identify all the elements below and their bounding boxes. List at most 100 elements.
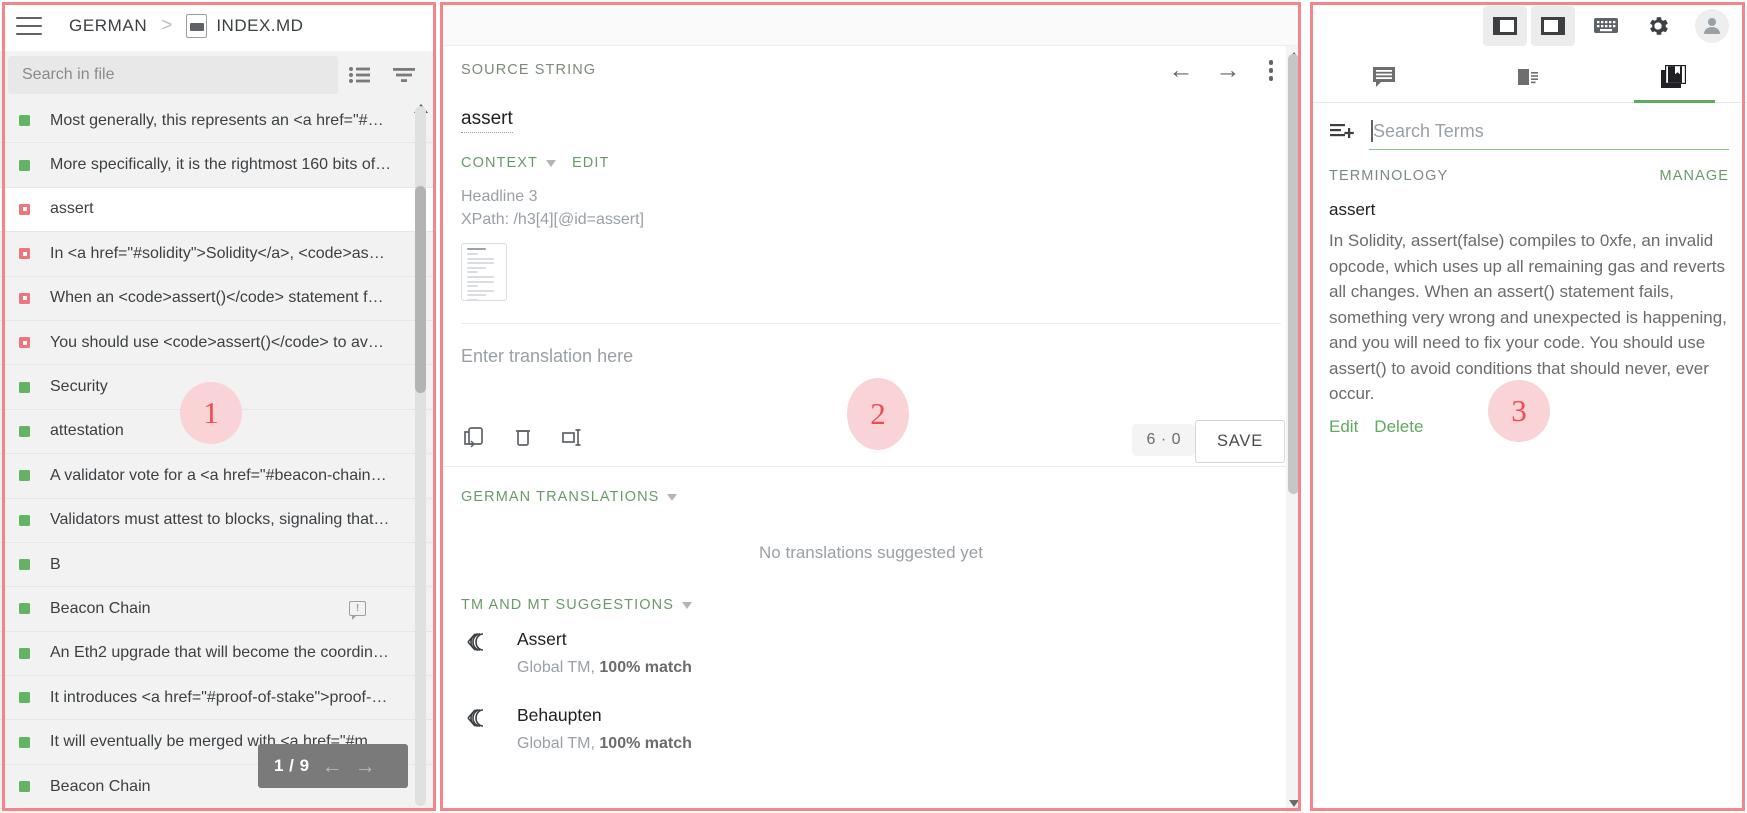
list-item-selected[interactable]: assert (0, 187, 434, 233)
status-ok-icon (19, 115, 30, 127)
filter-icon[interactable] (382, 55, 426, 95)
editor-scrollbar[interactable] (1286, 46, 1301, 813)
save-button[interactable]: SAVE (1195, 420, 1285, 464)
translations-section-label[interactable]: GERMAN TRANSLATIONS (461, 489, 659, 505)
delete-term-button[interactable]: Delete (1374, 417, 1423, 437)
kebab-menu-icon[interactable] (1263, 56, 1280, 85)
list-item-label: An Eth2 upgrade that will become the coo… (50, 644, 392, 662)
edit-context-button[interactable]: EDIT (572, 155, 609, 171)
status-ok-icon (19, 781, 30, 793)
list-item[interactable]: More specifically, it is the rightmost 1… (0, 143, 434, 188)
translation-input[interactable]: Enter translation here (441, 324, 1301, 416)
list-item[interactable]: When an <code>assert()</code> statement … (0, 276, 434, 321)
status-error-icon (19, 292, 30, 304)
scroll-down-arrow-icon[interactable] (1289, 800, 1299, 807)
layout-left-panel-icon[interactable] (1483, 5, 1527, 46)
list-item[interactable]: You should use <code>assert()</code> to … (0, 320, 434, 366)
add-term-icon[interactable] (1329, 120, 1355, 147)
chevron-down-icon[interactable] (667, 493, 678, 501)
list-item[interactable]: A validator vote for a <a href="#beacon-… (0, 454, 434, 499)
page-indicator: 1 / 9 (274, 756, 310, 775)
context-label[interactable]: CONTEXT (461, 155, 538, 171)
translations-header: GERMAN TRANSLATIONS (461, 489, 1281, 505)
list-item[interactable]: An Eth2 upgrade that will become the coo… (0, 631, 434, 677)
term-search-input[interactable]: Search Terms (1369, 117, 1729, 150)
keyboard-icon[interactable] (1585, 6, 1627, 46)
chevron-down-icon[interactable] (681, 601, 692, 609)
list-item[interactable]: B (0, 542, 434, 588)
list-item[interactable]: Security (0, 365, 434, 410)
suggestion-item[interactable]: Behaupten Global TM, 100% match (441, 677, 1301, 753)
list-item-label: A validator vote for a <a href="#beacon-… (50, 466, 392, 484)
status-ok-icon (19, 736, 30, 748)
suggestion-item[interactable]: Assert Global TM, 100% match (441, 613, 1301, 677)
character-counter: 6 · 0 (1132, 424, 1195, 457)
status-error-icon (19, 337, 30, 349)
page-preview-thumbnail[interactable] (461, 243, 507, 302)
translation-toolbar: 6 · 0 SAVE (441, 416, 1301, 466)
no-translations-message: No translations suggested yet (759, 543, 983, 563)
source-nav-controls: ← → (1169, 56, 1280, 85)
manage-terms-button[interactable]: MANAGE (1660, 168, 1729, 184)
suggestion-match-percent: 100% match (599, 659, 692, 677)
edit-term-button[interactable]: Edit (1329, 417, 1358, 437)
list-item[interactable]: Validators must attest to blocks, signal… (0, 498, 434, 543)
suggestion-source: Global TM, 100% match (517, 659, 692, 677)
suggestion-source-name: Global TM, (517, 735, 600, 753)
layout-right-panel-icon[interactable] (1531, 5, 1575, 46)
term-name: assert (1329, 200, 1376, 219)
strings-list[interactable]: Most generally, this represents an <a hr… (0, 99, 434, 813)
context-headline: Headline 3 (461, 188, 538, 205)
context-row: CONTEXT EDIT (461, 155, 1281, 171)
breadcrumb-file[interactable]: INDEX.MD (216, 16, 303, 36)
suggestions-section: TM AND MT SUGGESTIONS (441, 593, 1301, 613)
tab-terminology[interactable] (1602, 51, 1747, 103)
left-panel-scrollbar[interactable] (415, 106, 426, 806)
tm-icon (465, 629, 493, 677)
left-panel-header: GERMAN > INDEX.MD (0, 0, 434, 51)
list-item-label: B (50, 555, 61, 573)
scrollbar-thumb[interactable] (415, 186, 426, 393)
status-ok-icon (19, 514, 30, 526)
tab-machine-translation[interactable] (1456, 51, 1601, 102)
right-panel-tabs (1311, 51, 1747, 103)
context-xpath: XPath: /h3[4][@id=assert] (461, 211, 645, 229)
list-item[interactable]: It introduces <a href="#proof-of-stake">… (0, 676, 434, 721)
search-input[interactable]: Search in file (8, 56, 338, 94)
chevron-down-icon[interactable] (545, 159, 556, 167)
editor-panel: SOURCE STRING ← → assert CONTEXT EDIT He… (441, 0, 1301, 813)
next-page-button[interactable]: → (355, 756, 376, 777)
list-item-label: Validators must attest to blocks, signal… (50, 511, 392, 529)
list-item[interactable]: In <a href="#solidity">Solidity</a>, <co… (0, 232, 434, 277)
next-string-button[interactable]: → (1216, 57, 1241, 83)
prev-page-button[interactable]: ← (322, 756, 343, 777)
previous-string-button[interactable]: ← (1169, 57, 1194, 83)
suggestions-section-label[interactable]: TM AND MT SUGGESTIONS (461, 597, 674, 613)
tab-comments[interactable] (1311, 51, 1456, 102)
suggestion-text: Behaupten (517, 705, 602, 726)
list-item[interactable]: Beacon Chain ! (0, 587, 434, 632)
suggestion-match-percent: 100% match (599, 735, 692, 753)
hamburger-icon[interactable] (16, 16, 42, 35)
trash-icon[interactable] (510, 424, 536, 450)
scrollbar-thumb[interactable] (1288, 54, 1299, 494)
avatar-icon[interactable] (1695, 8, 1729, 43)
list-item-label: More specifically, it is the rightmost 1… (50, 156, 392, 174)
comment-icon[interactable]: ! (349, 601, 366, 621)
insert-tag-icon[interactable] (559, 424, 585, 450)
terminology-header: TERMINOLOGY MANAGE (1311, 150, 1747, 184)
status-ok-icon (19, 159, 30, 171)
context-meta: Headline 3 XPath: /h3[4][@id=assert] (461, 185, 1281, 231)
copy-source-icon[interactable] (461, 424, 487, 450)
right-panel-toolbar (1311, 0, 1747, 51)
gear-icon[interactable] (1637, 6, 1679, 46)
list-view-icon[interactable] (338, 55, 382, 95)
status-error-icon (19, 248, 30, 260)
list-item-label: assert (50, 200, 94, 218)
list-item[interactable]: Most generally, this represents an <a hr… (0, 99, 434, 144)
breadcrumb-language[interactable]: GERMAN (69, 16, 147, 36)
list-item[interactable]: attestation (0, 409, 434, 455)
source-string-block: SOURCE STRING ← → assert CONTEXT EDIT He… (441, 46, 1301, 302)
status-ok-icon (19, 692, 30, 704)
suggestion-text: Assert (517, 629, 567, 650)
